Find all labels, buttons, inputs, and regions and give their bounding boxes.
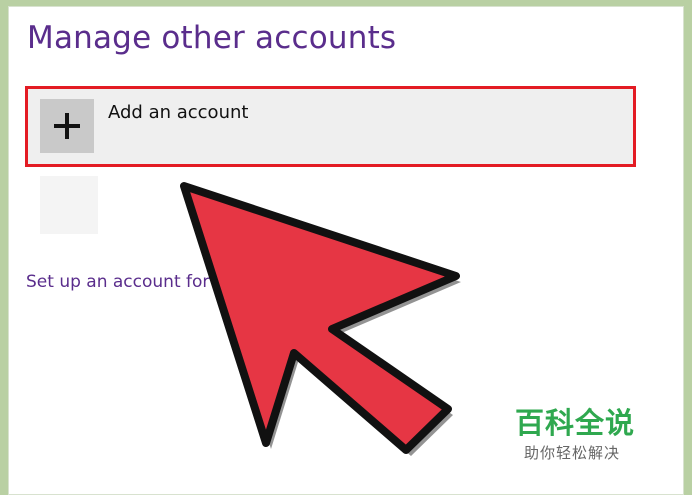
watermark-title: 百科全说 <box>515 406 636 440</box>
plus-icon <box>40 99 94 153</box>
account-avatar-placeholder <box>40 176 98 234</box>
add-account-button[interactable]: Add an account <box>25 86 636 167</box>
setup-account-link[interactable]: Set up an account for <box>26 272 209 292</box>
watermark-subtitle: 助你轻松解决 <box>524 444 621 462</box>
add-account-label: Add an account <box>108 102 249 123</box>
page-title: Manage other accounts <box>27 20 397 56</box>
